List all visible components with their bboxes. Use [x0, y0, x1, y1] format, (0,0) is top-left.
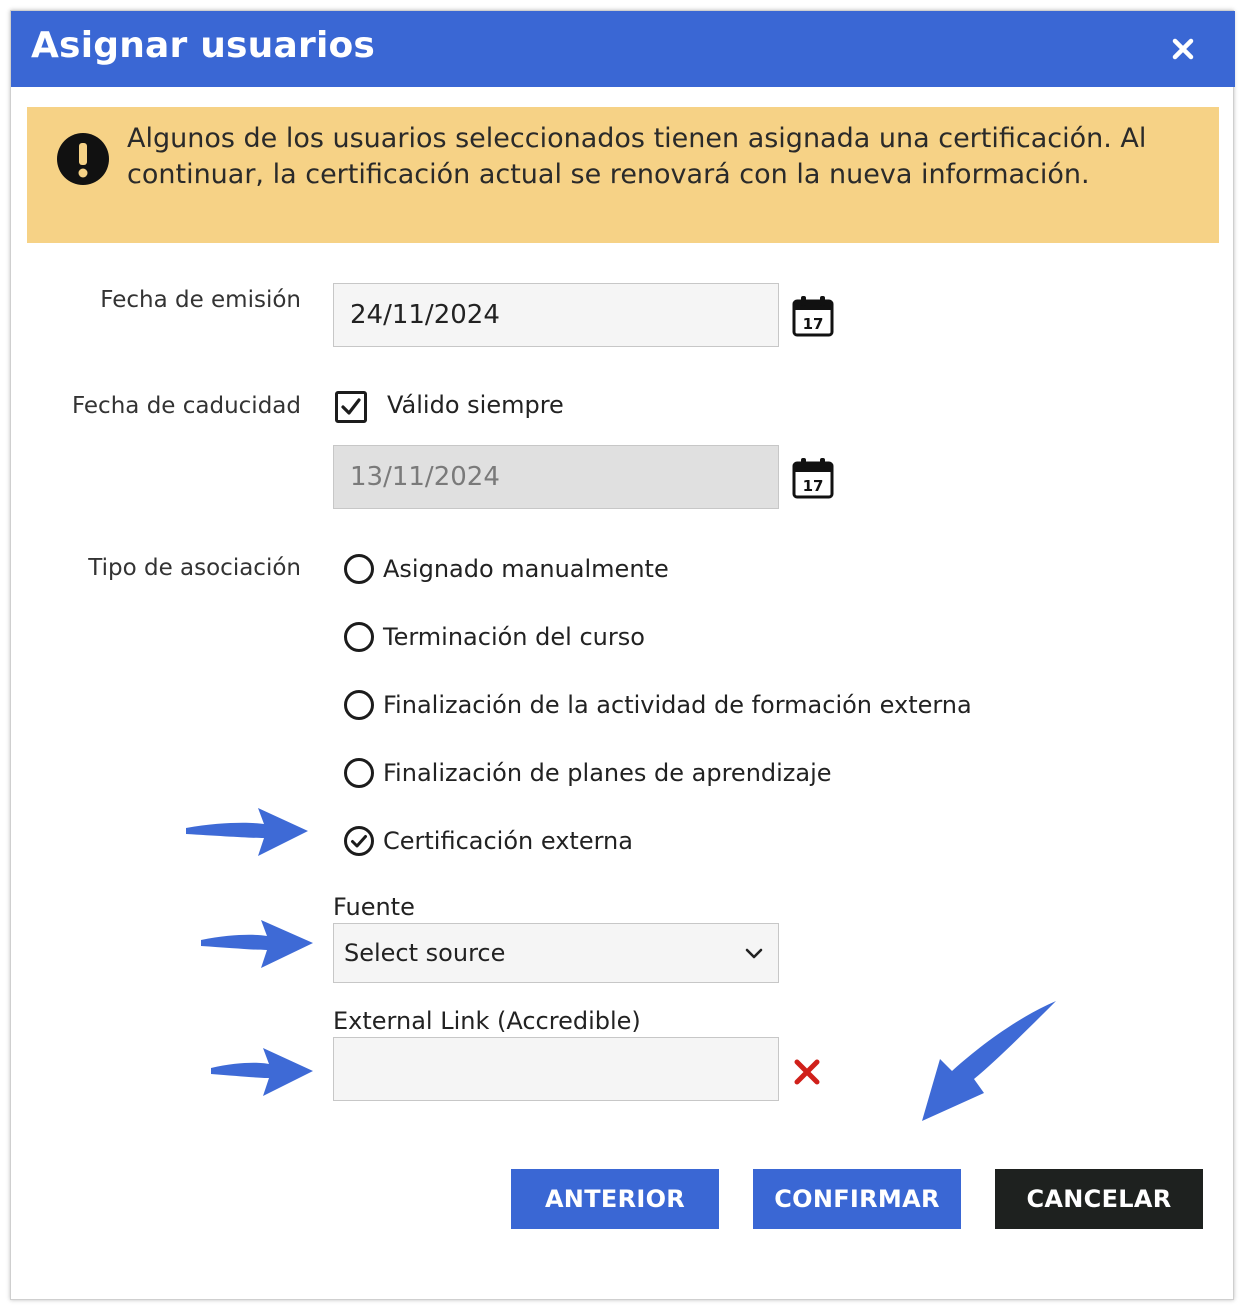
source-selected-value: Select source — [344, 939, 506, 967]
external-link-label: External Link (Accredible) — [333, 1007, 641, 1035]
radio-label: Asignado manualmente — [383, 555, 669, 583]
dialog-titlebar: Asignar usuarios — [11, 11, 1235, 87]
svg-text:17: 17 — [803, 477, 824, 495]
confirm-button[interactable]: CONFIRMAR — [753, 1169, 961, 1229]
source-label: Fuente — [333, 893, 415, 921]
close-icon[interactable] — [1167, 33, 1199, 65]
calendar-icon[interactable]: 17 — [792, 295, 834, 337]
radio-label: Finalización de la actividad de formació… — [383, 691, 972, 719]
checkmark-icon — [341, 398, 361, 415]
cancel-button[interactable]: CANCELAR — [995, 1169, 1203, 1229]
warning-text: Algunos de los usuarios seleccionados ti… — [127, 123, 1147, 190]
radio-label: Terminación del curso — [383, 623, 645, 651]
warning-banner: Algunos de los usuarios seleccionados ti… — [27, 107, 1219, 243]
external-link-input[interactable] — [333, 1037, 779, 1101]
annotation-arrow-icon — [922, 1001, 1056, 1121]
calendar-icon[interactable]: 17 — [792, 457, 834, 499]
radio-unchecked-icon — [344, 554, 374, 584]
radio-unchecked-icon — [344, 758, 374, 788]
radio-course-completion[interactable]: Terminación del curso — [343, 619, 645, 655]
issue-date-input[interactable]: 24/11/2024 — [333, 283, 779, 347]
annotation-arrow-icon — [211, 1048, 313, 1096]
radio-learning-plans[interactable]: Finalización de planes de aprendizaje — [343, 755, 832, 791]
exclamation-circle-icon — [57, 133, 109, 185]
source-select[interactable]: Select source — [333, 923, 779, 983]
previous-button[interactable]: ANTERIOR — [511, 1169, 719, 1229]
chevron-down-icon — [745, 948, 763, 959]
annotation-arrow-icon — [201, 920, 313, 968]
dialog-title: Asignar usuarios — [31, 25, 376, 66]
expiry-date-input: 13/11/2024 — [333, 445, 779, 509]
always-valid-checkbox[interactable] — [335, 391, 367, 423]
radio-checked-icon — [344, 826, 374, 856]
svg-text:17: 17 — [803, 315, 824, 333]
clear-icon[interactable] — [791, 1056, 823, 1088]
issue-date-label: Fecha de emisión — [100, 287, 301, 313]
radio-external-activity[interactable]: Finalización de la actividad de formació… — [343, 687, 972, 723]
association-type-label: Tipo de asociación — [88, 555, 301, 581]
annotation-arrow-icon — [186, 808, 308, 856]
radio-unchecked-icon — [344, 690, 374, 720]
radio-label: Finalización de planes de aprendizaje — [383, 759, 832, 787]
radio-unchecked-icon — [344, 622, 374, 652]
radio-label: Certificación externa — [383, 827, 633, 855]
radio-manual[interactable]: Asignado manualmente — [343, 551, 669, 587]
radio-external-certification[interactable]: Certificación externa — [343, 823, 633, 859]
expiry-date-label: Fecha de caducidad — [71, 393, 301, 419]
always-valid-label: Válido siempre — [387, 391, 564, 419]
